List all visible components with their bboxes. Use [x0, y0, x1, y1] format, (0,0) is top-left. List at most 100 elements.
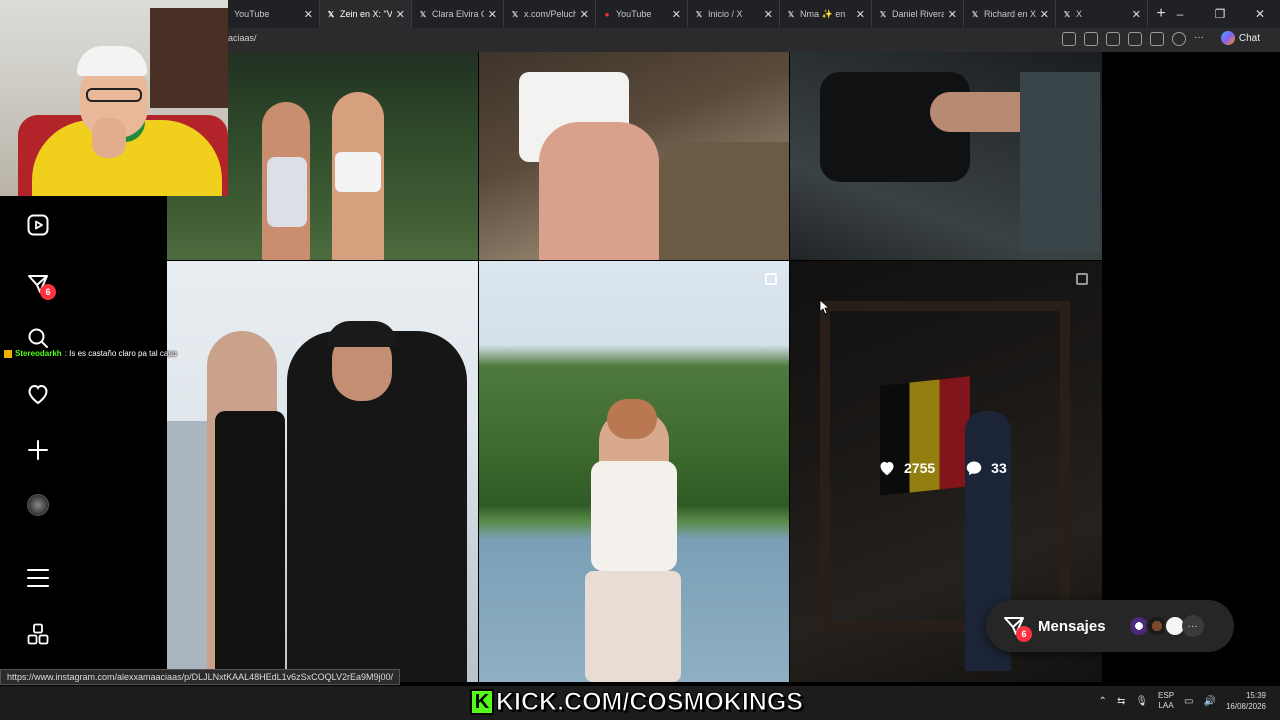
- volume-icon[interactable]: 🔊: [1204, 696, 1216, 707]
- close-icon[interactable]: ✕: [764, 8, 773, 21]
- close-icon[interactable]: ✕: [672, 8, 681, 21]
- send-icon: 6: [1002, 614, 1032, 642]
- status-link-preview: https://www.instagram.com/alexxamaaciaas…: [0, 669, 401, 685]
- lang-bottom: LAA: [1158, 701, 1174, 710]
- kick-logo: K: [470, 689, 494, 715]
- kick-channel-text: KICK.COM/COSMOKINGS: [496, 687, 804, 716]
- apps-icon[interactable]: [24, 620, 52, 648]
- tab-youtube-2[interactable]: ● YouTube ✕: [596, 0, 688, 28]
- webcam-cap: [77, 46, 147, 76]
- post-thumbnail[interactable]: [479, 52, 789, 260]
- clock[interactable]: 15:39 16/08/2026: [1226, 690, 1266, 712]
- tab-label: x.com/Peluche: [524, 9, 576, 19]
- reader-icon[interactable]: [1062, 32, 1076, 46]
- url-text[interactable]: aciaas/: [228, 33, 257, 43]
- tab-label: Zein en X: "Van: [340, 9, 392, 19]
- likes-count: 2755: [904, 460, 936, 476]
- photo-pants: [585, 571, 681, 682]
- webcam-hand: [92, 118, 126, 158]
- profile-icon[interactable]: [1172, 32, 1186, 46]
- menu-icon[interactable]: [24, 564, 52, 592]
- post-thumbnail[interactable]: [479, 261, 789, 682]
- tab-nma[interactable]: 𝕏 Nma ✨ en ✕: [780, 0, 872, 28]
- likes-stat: 2755: [878, 460, 935, 476]
- copilot-chat-button[interactable]: Chat: [1220, 31, 1260, 45]
- instagram-sidebar: 6: [0, 196, 167, 682]
- input-language[interactable]: ESP LAA: [1158, 691, 1174, 711]
- search-icon[interactable]: [24, 324, 52, 352]
- close-icon[interactable]: ✕: [396, 8, 405, 21]
- tab-inicio[interactable]: 𝕏 Inicio / X ✕: [688, 0, 780, 28]
- stream-chat-message: Stereodarkh : Is es castaño claro pa tal…: [4, 349, 177, 358]
- post-thumbnail[interactable]: [790, 52, 1102, 260]
- tab-daniel[interactable]: 𝕏 Daniel Rivera ✕: [872, 0, 964, 28]
- messages-icon[interactable]: 6: [24, 270, 56, 300]
- x-icon: 𝕏: [419, 9, 427, 19]
- close-icon[interactable]: ✕: [304, 8, 313, 21]
- kick-overlay-banner: K KICK.COM/COSMOKINGS: [470, 686, 803, 718]
- photo-crowd: [1020, 72, 1100, 252]
- tab-label: YouTube: [616, 9, 652, 19]
- mouse-cursor-icon: [819, 299, 829, 315]
- heart-icon: [880, 461, 894, 476]
- streamer-webcam: [0, 0, 228, 196]
- profile-post-grid: [167, 52, 1102, 682]
- copilot-icon: [1220, 31, 1235, 45]
- webcam-door: [150, 8, 228, 108]
- microphone-icon[interactable]: 🎙: [1135, 696, 1148, 707]
- photo-hair: [607, 399, 657, 439]
- tab-peluche[interactable]: 𝕏 x.com/Peluche ✕: [504, 0, 596, 28]
- comments-count: 33: [991, 460, 1007, 476]
- comment-icon: [966, 461, 982, 476]
- tab-strip: YouTube ✕ 𝕏 Zein en X: "Van ✕ 𝕏 Clara El…: [228, 0, 1174, 28]
- tab-label: X: [1076, 9, 1083, 19]
- maximize-button[interactable]: ❐: [1200, 0, 1240, 28]
- window-controls: – ❐ ✕: [1160, 0, 1280, 28]
- notification-badge: 6: [40, 284, 56, 300]
- minimize-button[interactable]: –: [1160, 0, 1200, 28]
- x-icon: 𝕏: [1063, 9, 1071, 19]
- tab-richard[interactable]: 𝕏 Richard en X: ✕: [964, 0, 1056, 28]
- x-icon: 𝕏: [695, 9, 703, 19]
- tab-clara[interactable]: 𝕏 Clara Elvira Ou ✕: [412, 0, 504, 28]
- tab-label: Daniel Rivera: [892, 9, 944, 19]
- x-icon: 𝕏: [327, 9, 335, 19]
- zoom-icon[interactable]: [1084, 32, 1098, 46]
- close-icon[interactable]: ✕: [1132, 8, 1141, 21]
- photo-dress: [267, 157, 307, 227]
- more-conversations-icon: ···: [1181, 615, 1204, 637]
- photo-legs: [539, 122, 659, 260]
- heart-icon[interactable]: [24, 380, 52, 408]
- clock-time: 15:39: [1245, 691, 1266, 700]
- more-icon[interactable]: ···: [1194, 32, 1208, 46]
- post-thumbnail[interactable]: [167, 261, 478, 682]
- close-icon[interactable]: ✕: [856, 8, 865, 21]
- close-window-button[interactable]: ✕: [1240, 0, 1280, 28]
- close-icon[interactable]: ✕: [948, 8, 957, 21]
- reels-icon[interactable]: [24, 211, 52, 239]
- subscriber-badge-icon: [4, 349, 12, 358]
- x-icon: 𝕏: [971, 9, 979, 19]
- favorite-icon[interactable]: [1106, 32, 1120, 46]
- x-icon: 𝕏: [511, 9, 519, 19]
- network-icon[interactable]: ▭: [1184, 696, 1193, 707]
- tab-x[interactable]: 𝕏 X ✕: [1056, 0, 1148, 28]
- close-icon[interactable]: ✕: [1040, 8, 1049, 21]
- messages-pill[interactable]: 6 Mensajes ···: [986, 600, 1234, 652]
- lang-top: ESP: [1158, 691, 1175, 700]
- close-icon[interactable]: ✕: [580, 8, 589, 21]
- tab-zein[interactable]: 𝕏 Zein en X: "Van ✕: [320, 0, 412, 28]
- extension-icon[interactable]: [1128, 32, 1142, 46]
- sync-icon[interactable]: ⇆: [1117, 696, 1125, 707]
- tab-youtube-1[interactable]: YouTube ✕: [228, 0, 320, 28]
- toolbar-icons: ···: [1062, 32, 1208, 46]
- close-icon[interactable]: ✕: [488, 8, 497, 21]
- profile-avatar[interactable]: [24, 491, 52, 519]
- photo-top: [591, 461, 677, 571]
- messages-label: Mensajes: [1038, 617, 1106, 635]
- plus-icon[interactable]: [24, 436, 52, 464]
- avatar: [27, 494, 49, 516]
- tab-label: YouTube: [234, 9, 270, 19]
- collections-icon[interactable]: [1150, 32, 1164, 46]
- chevron-up-icon[interactable]: ⌃: [1099, 696, 1107, 707]
